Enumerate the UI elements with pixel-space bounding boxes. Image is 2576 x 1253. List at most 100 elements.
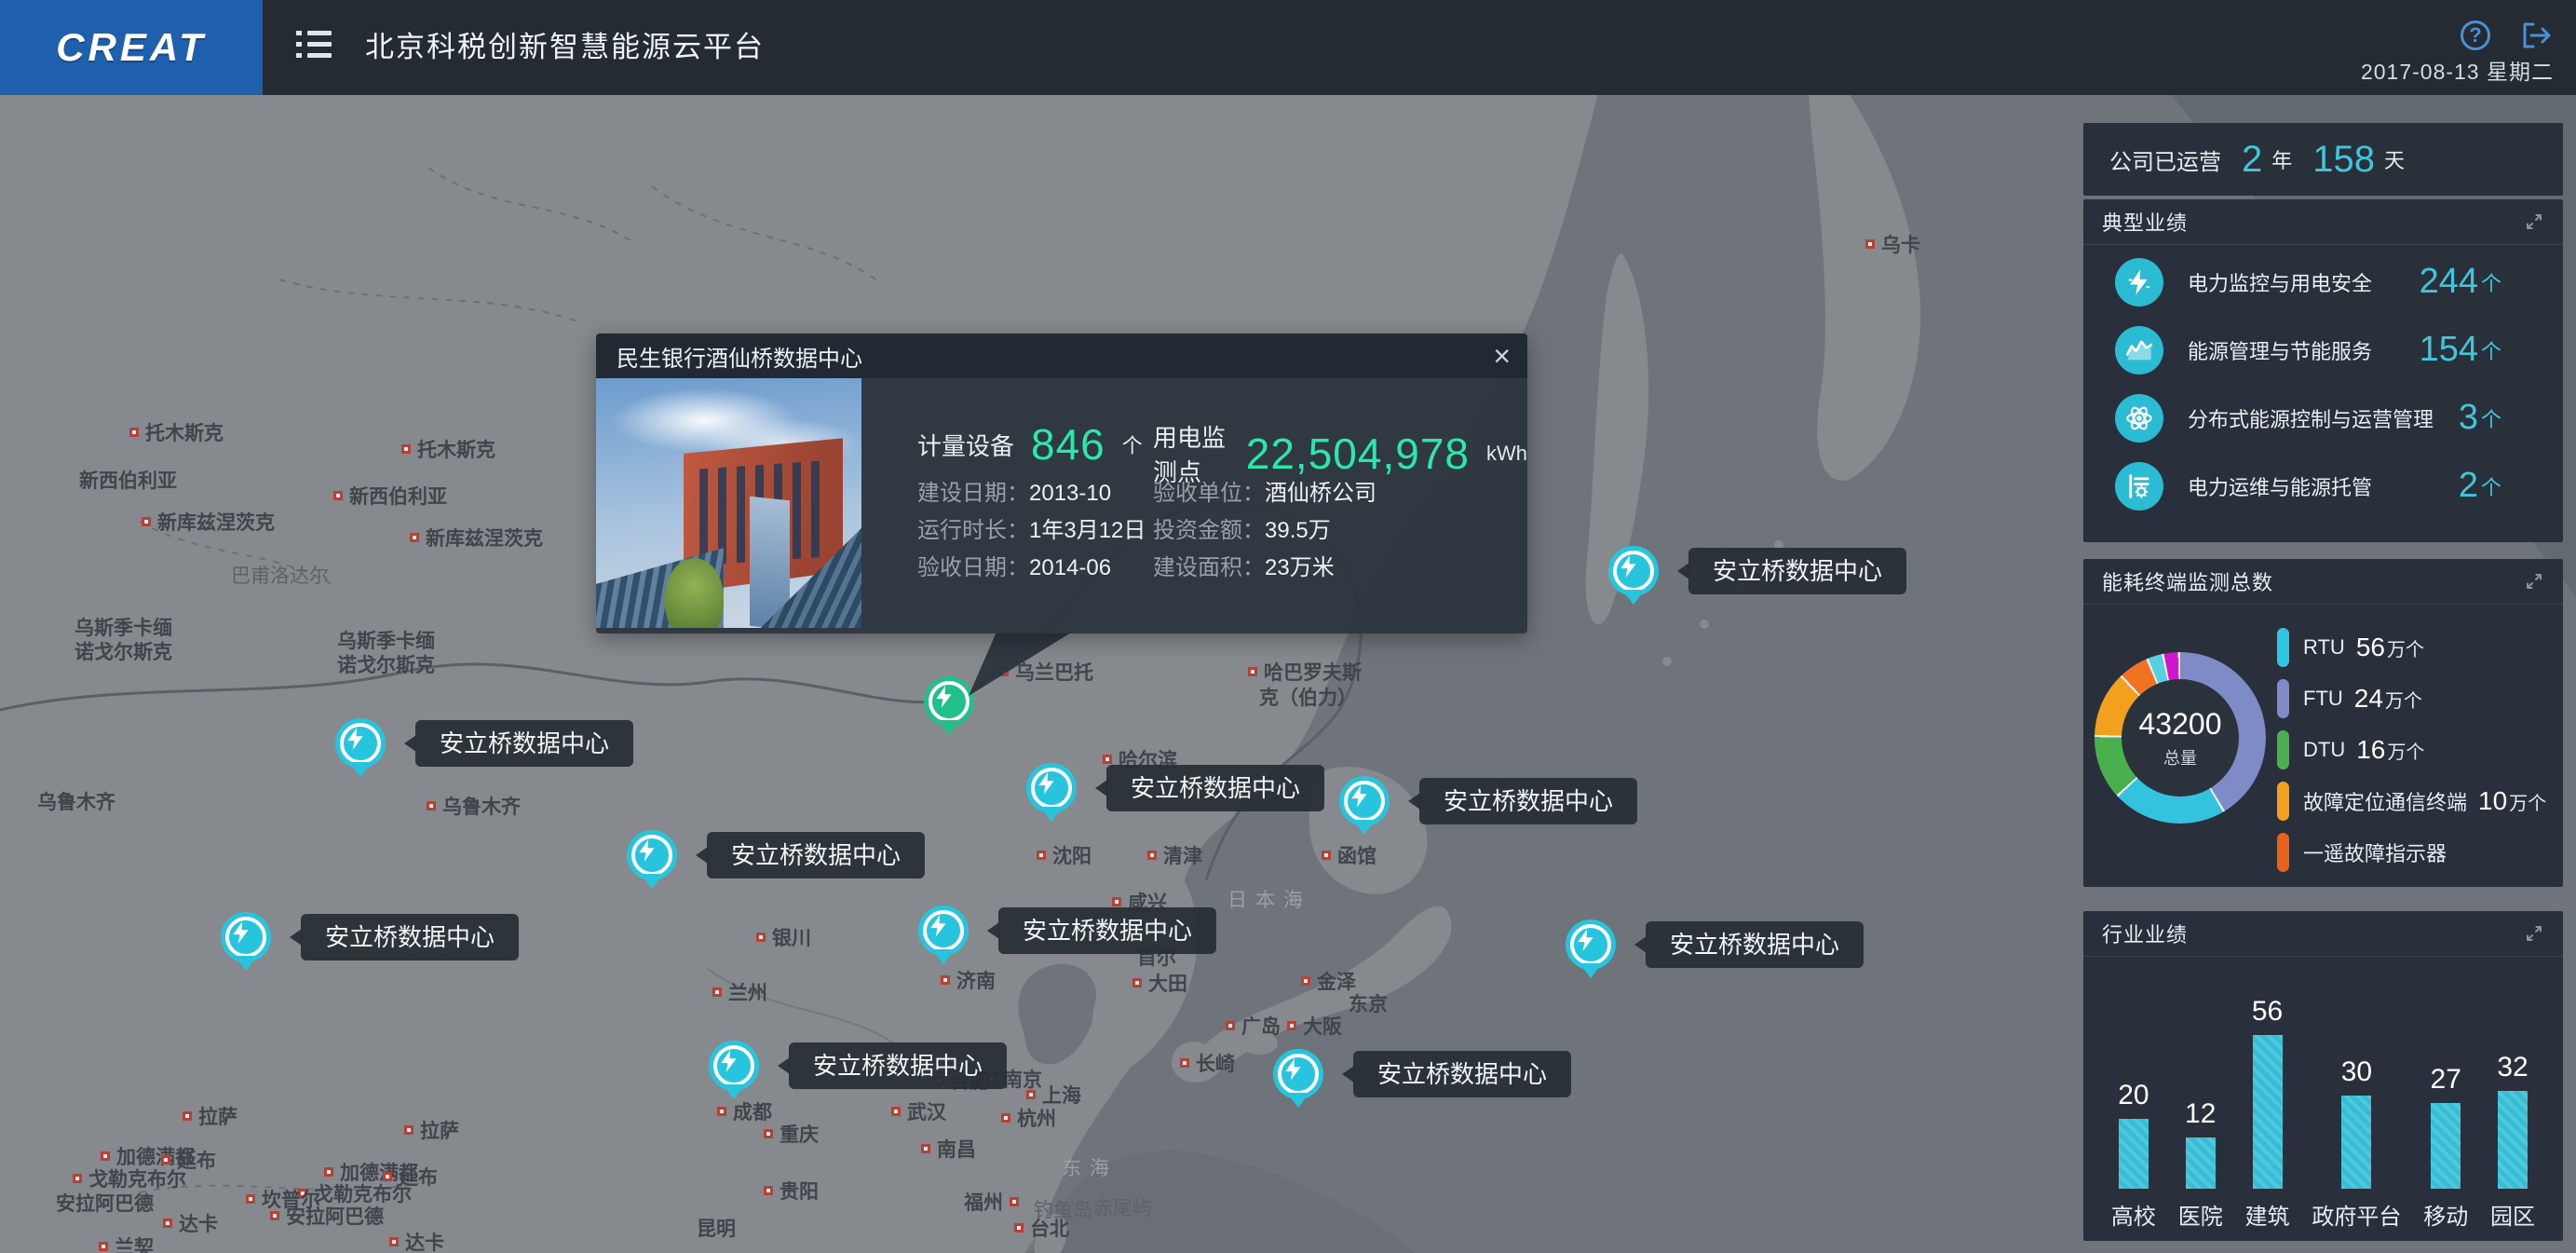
typical-item-value: 154 xyxy=(2420,330,2478,370)
help-icon[interactable]: ? xyxy=(2461,20,2490,50)
pin-ring xyxy=(713,1045,754,1086)
typical-item[interactable]: 电力监控与用电安全244个 xyxy=(2083,251,2563,313)
city-dot-icon xyxy=(1132,978,1142,987)
marker-label[interactable]: 安立桥数据中心 xyxy=(1106,765,1324,811)
marker-label[interactable]: 安立桥数据中心 xyxy=(998,907,1216,954)
map-marker[interactable]: 安立桥数据中心 xyxy=(221,912,271,962)
map-marker[interactable]: 安立桥数据中心 xyxy=(1026,763,1077,813)
marker-label[interactable]: 安立桥数据中心 xyxy=(301,914,519,960)
marker-label[interactable]: 安立桥数据中心 xyxy=(789,1042,1007,1089)
menu-icon[interactable] xyxy=(296,31,332,64)
legend-name: RTU xyxy=(2303,635,2345,660)
close-icon[interactable]: × xyxy=(1493,341,1511,371)
map-marker[interactable]: 安立桥数据中心 xyxy=(627,830,677,880)
city-dot-icon xyxy=(333,491,343,500)
map-city-label: 南昌 xyxy=(921,1135,976,1163)
operation-years: 2 xyxy=(2242,139,2262,181)
map-marker[interactable]: 安立桥数据中心 xyxy=(709,1041,759,1091)
marker-label[interactable]: 安立桥数据中心 xyxy=(415,720,633,767)
marker-label[interactable]: 安立桥数据中心 xyxy=(1353,1051,1571,1097)
map-marker[interactable]: 安立桥数据中心 xyxy=(1273,1049,1323,1099)
popup-detail-row: 验收单位：酒仙桥公司 xyxy=(1153,475,1376,512)
marker-label[interactable]: 安立桥数据中心 xyxy=(1688,548,1906,594)
city-dot-icon xyxy=(712,987,722,997)
map-marker[interactable]: 安立桥数据中心 xyxy=(918,906,969,956)
expand-icon[interactable] xyxy=(2524,923,2544,944)
brand-logo[interactable]: CREAT xyxy=(0,0,263,95)
city-dot-icon xyxy=(142,517,151,526)
pin-tail xyxy=(1622,590,1645,605)
bar-column[interactable]: 56建筑 xyxy=(2245,996,2290,1226)
bar-column[interactable]: 27移动 xyxy=(2423,1064,2468,1227)
bar-column[interactable]: 12医院 xyxy=(2178,1098,2223,1226)
bar-value: 20 xyxy=(2118,1080,2149,1111)
energy-curve-icon xyxy=(2115,326,2163,375)
map-marker-selected[interactable] xyxy=(924,676,974,727)
panel-title: 典型业绩 xyxy=(2102,207,2188,237)
bar-column[interactable]: 32 园区 xyxy=(2490,1052,2535,1226)
map-city-label: 哈巴罗夫斯 xyxy=(1248,658,1362,686)
pin-icon xyxy=(1608,546,1659,596)
map-city-label: 达卡 xyxy=(389,1228,444,1253)
legend-item[interactable]: RTU56万个 xyxy=(2277,628,2554,667)
map-city-label: 拉萨 xyxy=(183,1102,237,1130)
bar xyxy=(2119,1119,2149,1189)
legend-color-pill xyxy=(2277,730,2289,770)
pin-ring xyxy=(340,723,381,764)
operation-days: 158 xyxy=(2312,139,2375,181)
panel-header: 典型业绩 xyxy=(2083,199,2563,245)
map-marker[interactable]: 安立桥数据中心 xyxy=(1608,546,1659,596)
map-city-label: 坎普尔 xyxy=(246,1185,320,1213)
map-marker[interactable]: 安立桥数据中心 xyxy=(1339,776,1390,826)
marker-label[interactable]: 安立桥数据中心 xyxy=(1419,778,1637,824)
detail-label: 建设日期： xyxy=(917,481,1029,506)
bar-category-label: 园区 xyxy=(2490,1198,2535,1226)
typical-item-unit: 个 xyxy=(2481,335,2501,365)
detail-value: 2013-10 xyxy=(1029,481,1111,506)
metric-devices: 计量设备 846 个 xyxy=(917,419,1143,470)
expand-icon[interactable] xyxy=(2524,571,2544,592)
pin-tail xyxy=(1579,963,1602,978)
legend-item[interactable]: 一遥故障指示器 xyxy=(2277,833,2554,872)
typical-item[interactable]: 电力运维与能源托管2个 xyxy=(2083,455,2563,517)
pin-ring xyxy=(225,917,266,958)
map-city-label: 托木斯克 xyxy=(129,418,224,446)
city-dot-icon xyxy=(101,1151,110,1161)
bar-column[interactable]: 30政府平台 xyxy=(2312,1056,2401,1226)
legend-item[interactable]: 故障定位通信终端10万个 xyxy=(2277,782,2554,821)
pin-ring xyxy=(1344,781,1385,822)
ops-monitor-icon xyxy=(2115,462,2163,511)
city-dot-icon xyxy=(764,1186,773,1195)
detail-value: 2014-06 xyxy=(1029,555,1111,580)
map-marker[interactable]: 安立桥数据中心 xyxy=(335,718,386,769)
city-dot-icon xyxy=(1103,755,1112,764)
pin-tail xyxy=(723,1084,745,1099)
legend-color-pill xyxy=(2277,782,2289,821)
marker-label[interactable]: 安立桥数据中心 xyxy=(1646,921,1864,968)
detail-value: 39.5万 xyxy=(1265,518,1331,543)
map-city-label: 函馆 xyxy=(1322,841,1376,869)
city-dot-icon xyxy=(1026,1090,1036,1099)
terminal-monitor-panel: 能耗终端监测总数 43200 总量 RTU56万个FTU24万个DTU16万个故… xyxy=(2083,559,2563,887)
station-popup: 民生银行酒仙桥数据中心 × 计量设备 846 个 用电监测点 22,504,97… xyxy=(596,334,1527,633)
map-city-label: 新库兹涅茨克 xyxy=(410,524,543,552)
typical-item-label: 能源管理与节能服务 xyxy=(2188,335,2372,365)
legend-item[interactable]: DTU16万个 xyxy=(2277,730,2554,770)
bar-value: 32 xyxy=(2497,1052,2528,1083)
legend-value: 16 xyxy=(2356,735,2385,765)
popup-details-right: 验收单位：酒仙桥公司投资金额：39.5万建设面积：23万米 xyxy=(1153,475,1376,587)
logout-icon[interactable] xyxy=(2520,20,2552,50)
typical-item[interactable]: 分布式能源控制与运营管理3个 xyxy=(2083,387,2563,449)
expand-icon[interactable] xyxy=(2524,211,2544,232)
city-dot-icon xyxy=(1287,1021,1296,1030)
marker-label[interactable]: 安立桥数据中心 xyxy=(707,832,925,878)
legend-item[interactable]: FTU24万个 xyxy=(2277,679,2554,718)
map-city-label: 日本海 xyxy=(1227,885,1311,913)
map-city-label: 福州 xyxy=(964,1188,1019,1216)
bar-column[interactable]: 20高校 xyxy=(2111,1080,2156,1226)
city-dot-icon xyxy=(1180,1058,1189,1068)
typical-item[interactable]: 能源管理与节能服务 154个 xyxy=(2083,319,2563,381)
map-marker[interactable]: 安立桥数据中心 xyxy=(1566,919,1616,970)
detail-label: 运行时长： xyxy=(917,518,1029,543)
map-city-label: 清津 xyxy=(1147,841,1202,869)
